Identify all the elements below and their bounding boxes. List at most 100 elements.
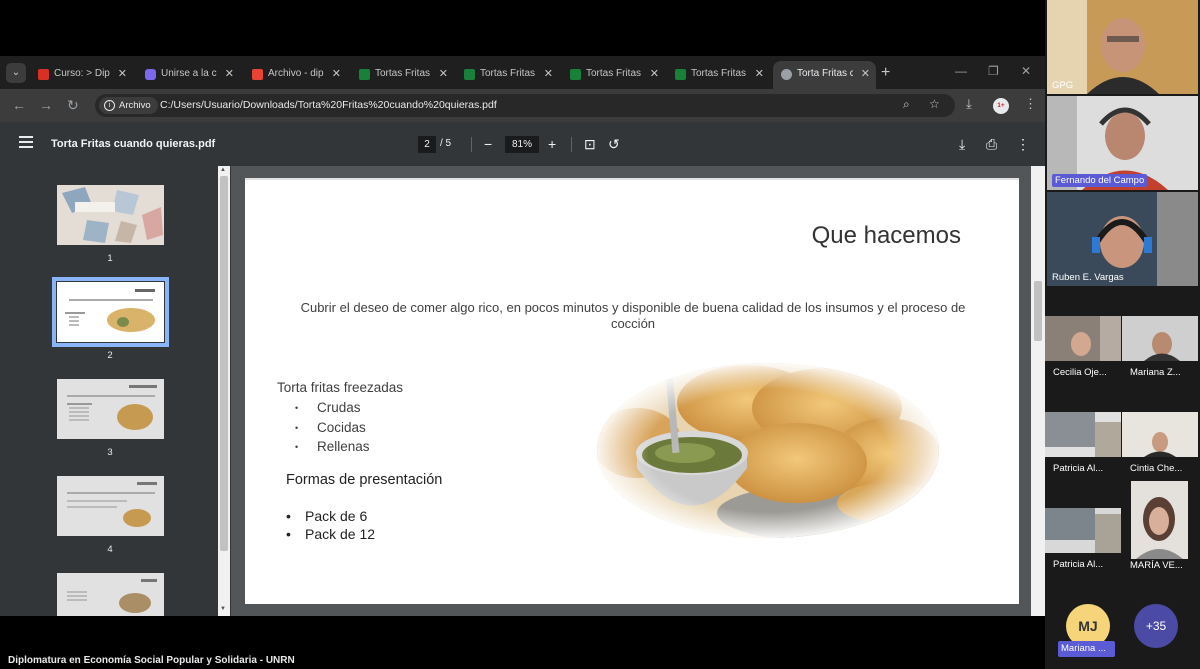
- forward-arrow-icon[interactable]: →: [39, 96, 53, 114]
- page-thumbnail-1[interactable]: [57, 185, 164, 245]
- participant-tile[interactable]: Ruben E. Vargas: [1047, 192, 1198, 286]
- divider: [471, 137, 472, 152]
- participant-gallery: GPG Fernando del Campo Ruben E. Vargas C…: [1045, 0, 1200, 669]
- page-thumbnail-2-selected[interactable]: [52, 277, 169, 347]
- globe-favicon-icon: [781, 69, 792, 80]
- zoom-magnifier-icon[interactable]: ⌕: [903, 97, 910, 112]
- participant-video: [1045, 412, 1121, 457]
- close-icon[interactable]: ✕: [225, 61, 234, 87]
- page-number-input[interactable]: 2: [418, 136, 436, 153]
- thumbnail-image: [57, 379, 164, 439]
- divider: [571, 137, 572, 152]
- tab-title: Tortas Fritas: [691, 68, 747, 79]
- download-icon[interactable]: ⤓: [966, 96, 972, 112]
- presentation-forms-title: Formas de presentación: [286, 472, 443, 488]
- scroll-thumb[interactable]: [220, 176, 228, 551]
- sheets-favicon-icon: [359, 69, 370, 80]
- participant-tile-small[interactable]: MARÍA VE...: [1122, 480, 1198, 598]
- print-icon[interactable]: ⎙: [986, 135, 997, 153]
- tab-2[interactable]: Unirse a la c ✕: [137, 61, 240, 89]
- participant-name: MARÍA VE...: [1130, 560, 1183, 571]
- list-item: • Cocidas: [295, 420, 366, 435]
- close-icon[interactable]: ✕: [118, 61, 127, 87]
- close-icon[interactable]: ✕: [755, 61, 764, 87]
- tab-4[interactable]: Tortas Fritas ✕: [351, 61, 454, 89]
- participant-video: [1131, 481, 1188, 559]
- more-options-icon[interactable]: ⋮: [1016, 135, 1030, 153]
- address-bar[interactable]: i Archivo C:/Users/Usuario/Downloads/Tor…: [95, 94, 955, 117]
- close-icon[interactable]: ✕: [650, 61, 659, 87]
- close-icon[interactable]: ✕: [861, 61, 870, 87]
- close-icon[interactable]: ✕: [439, 61, 448, 87]
- torta-frita-photo: [597, 363, 939, 538]
- site-info-chip[interactable]: i Archivo: [99, 97, 158, 114]
- zoom-level-input[interactable]: 81%: [505, 136, 539, 153]
- download-pdf-icon[interactable]: ⤓: [959, 135, 965, 153]
- participant-tile-small[interactable]: Cecilia Oje...: [1045, 313, 1121, 407]
- close-icon[interactable]: ✕: [544, 61, 553, 87]
- url-text[interactable]: C:/Users/Usuario/Downloads/Torta%20Frita…: [160, 94, 497, 117]
- participant-name-highlighted: Mariana ...: [1058, 641, 1115, 657]
- scroll-up-icon[interactable]: ▲: [220, 167, 226, 173]
- tab-title: Unirse a la c: [161, 68, 217, 79]
- reload-icon[interactable]: ↻: [67, 96, 79, 114]
- participant-name: Patricia Al...: [1053, 559, 1104, 570]
- page-thumbnail-3[interactable]: [57, 379, 164, 439]
- close-icon[interactable]: ✕: [332, 61, 341, 87]
- fit-to-page-icon[interactable]: ⊡: [584, 135, 596, 153]
- scroll-down-icon[interactable]: ▼: [220, 606, 226, 612]
- page-thumbnail-4[interactable]: [57, 476, 164, 536]
- more-participants-button[interactable]: +35: [1134, 604, 1178, 648]
- tab-7[interactable]: Tortas Fritas ✕: [667, 61, 770, 89]
- participant-name-highlighted: Fernando del Campo: [1052, 174, 1148, 187]
- tab-strip: ⌄ Curso: > Dip ✕ Unirse a la c ✕ Archivo…: [0, 56, 1045, 89]
- zoom-out-icon[interactable]: −: [484, 135, 492, 153]
- scroll-thumb[interactable]: [1034, 281, 1042, 341]
- info-icon: i: [104, 100, 115, 111]
- restore-icon[interactable]: ❐: [988, 64, 999, 78]
- participant-tile[interactable]: Fernando del Campo: [1047, 96, 1198, 190]
- screen: ⌄ Curso: > Dip ✕ Unirse a la c ✕ Archivo…: [0, 0, 1200, 669]
- food-illustration: [597, 363, 939, 538]
- back-arrow-icon[interactable]: ←: [12, 96, 26, 114]
- page-thumbnail-5[interactable]: [57, 573, 164, 616]
- sidebar-scrollbar[interactable]: ▲ ▼: [218, 166, 230, 616]
- tab-8-active[interactable]: Torta Fritas c ✕: [773, 61, 876, 89]
- tab-title: Tortas Fritas: [480, 68, 536, 79]
- tab-3[interactable]: Archivo - dip ✕: [244, 61, 347, 89]
- thumbnail-image: [57, 185, 164, 245]
- participant-tile-small[interactable]: Patricia Al...: [1045, 505, 1121, 599]
- hamburger-menu-icon[interactable]: [19, 136, 33, 148]
- pdf-toolbar: Torta Fritas cuando quieras.pdf 2 / 5 − …: [0, 122, 1045, 166]
- profile-avatar[interactable]: 1+: [993, 98, 1009, 114]
- participant-name: Cintia Che...: [1130, 463, 1183, 474]
- participant-tile-small[interactable]: Patricia Al...: [1045, 409, 1121, 503]
- rotate-icon[interactable]: ↺: [608, 135, 620, 153]
- viewer-scrollbar[interactable]: [1031, 166, 1045, 616]
- participant-name: Ruben E. Vargas: [1052, 272, 1124, 283]
- participant-tile-small[interactable]: Mariana Z...: [1122, 313, 1198, 407]
- thumbnail-number: 2: [107, 350, 113, 361]
- tab-title: Tortas Fritas: [586, 68, 642, 79]
- participant-tile[interactable]: GPG: [1047, 0, 1198, 94]
- browser-toolbar: ← → ↻ i Archivo C:/Users/Usuario/Downloa…: [0, 89, 1045, 122]
- tab-search-icon[interactable]: ⌄: [6, 63, 26, 83]
- tab-5[interactable]: Tortas Fritas ✕: [456, 61, 559, 89]
- more-menu-icon[interactable]: ⋮: [1024, 96, 1037, 112]
- zoom-in-icon[interactable]: +: [548, 135, 556, 153]
- close-window-icon[interactable]: ✕: [1021, 64, 1031, 78]
- new-tab-button[interactable]: +: [881, 63, 890, 83]
- thumbnail-image: [57, 573, 164, 616]
- list-item: • Rellenas: [295, 439, 370, 454]
- tab-1[interactable]: Curso: > Dip ✕: [30, 61, 133, 89]
- list-item: • Pack de 6: [286, 508, 368, 524]
- teams-favicon-icon: [145, 69, 156, 80]
- bookmark-star-icon[interactable]: ☆: [929, 97, 940, 111]
- slide-title: Que hacemos: [811, 222, 961, 249]
- tab-title: Archivo - dip: [268, 68, 324, 79]
- pdf-page: Que hacemos Cubrir el deseo de comer alg…: [245, 178, 1019, 604]
- minimize-icon[interactable]: —: [955, 64, 967, 78]
- tab-6[interactable]: Tortas Fritas ✕: [562, 61, 665, 89]
- pdf-viewer: Que hacemos Cubrir el deseo de comer alg…: [231, 166, 1045, 616]
- pdf-file-name: Torta Fritas cuando quieras.pdf: [51, 138, 216, 150]
